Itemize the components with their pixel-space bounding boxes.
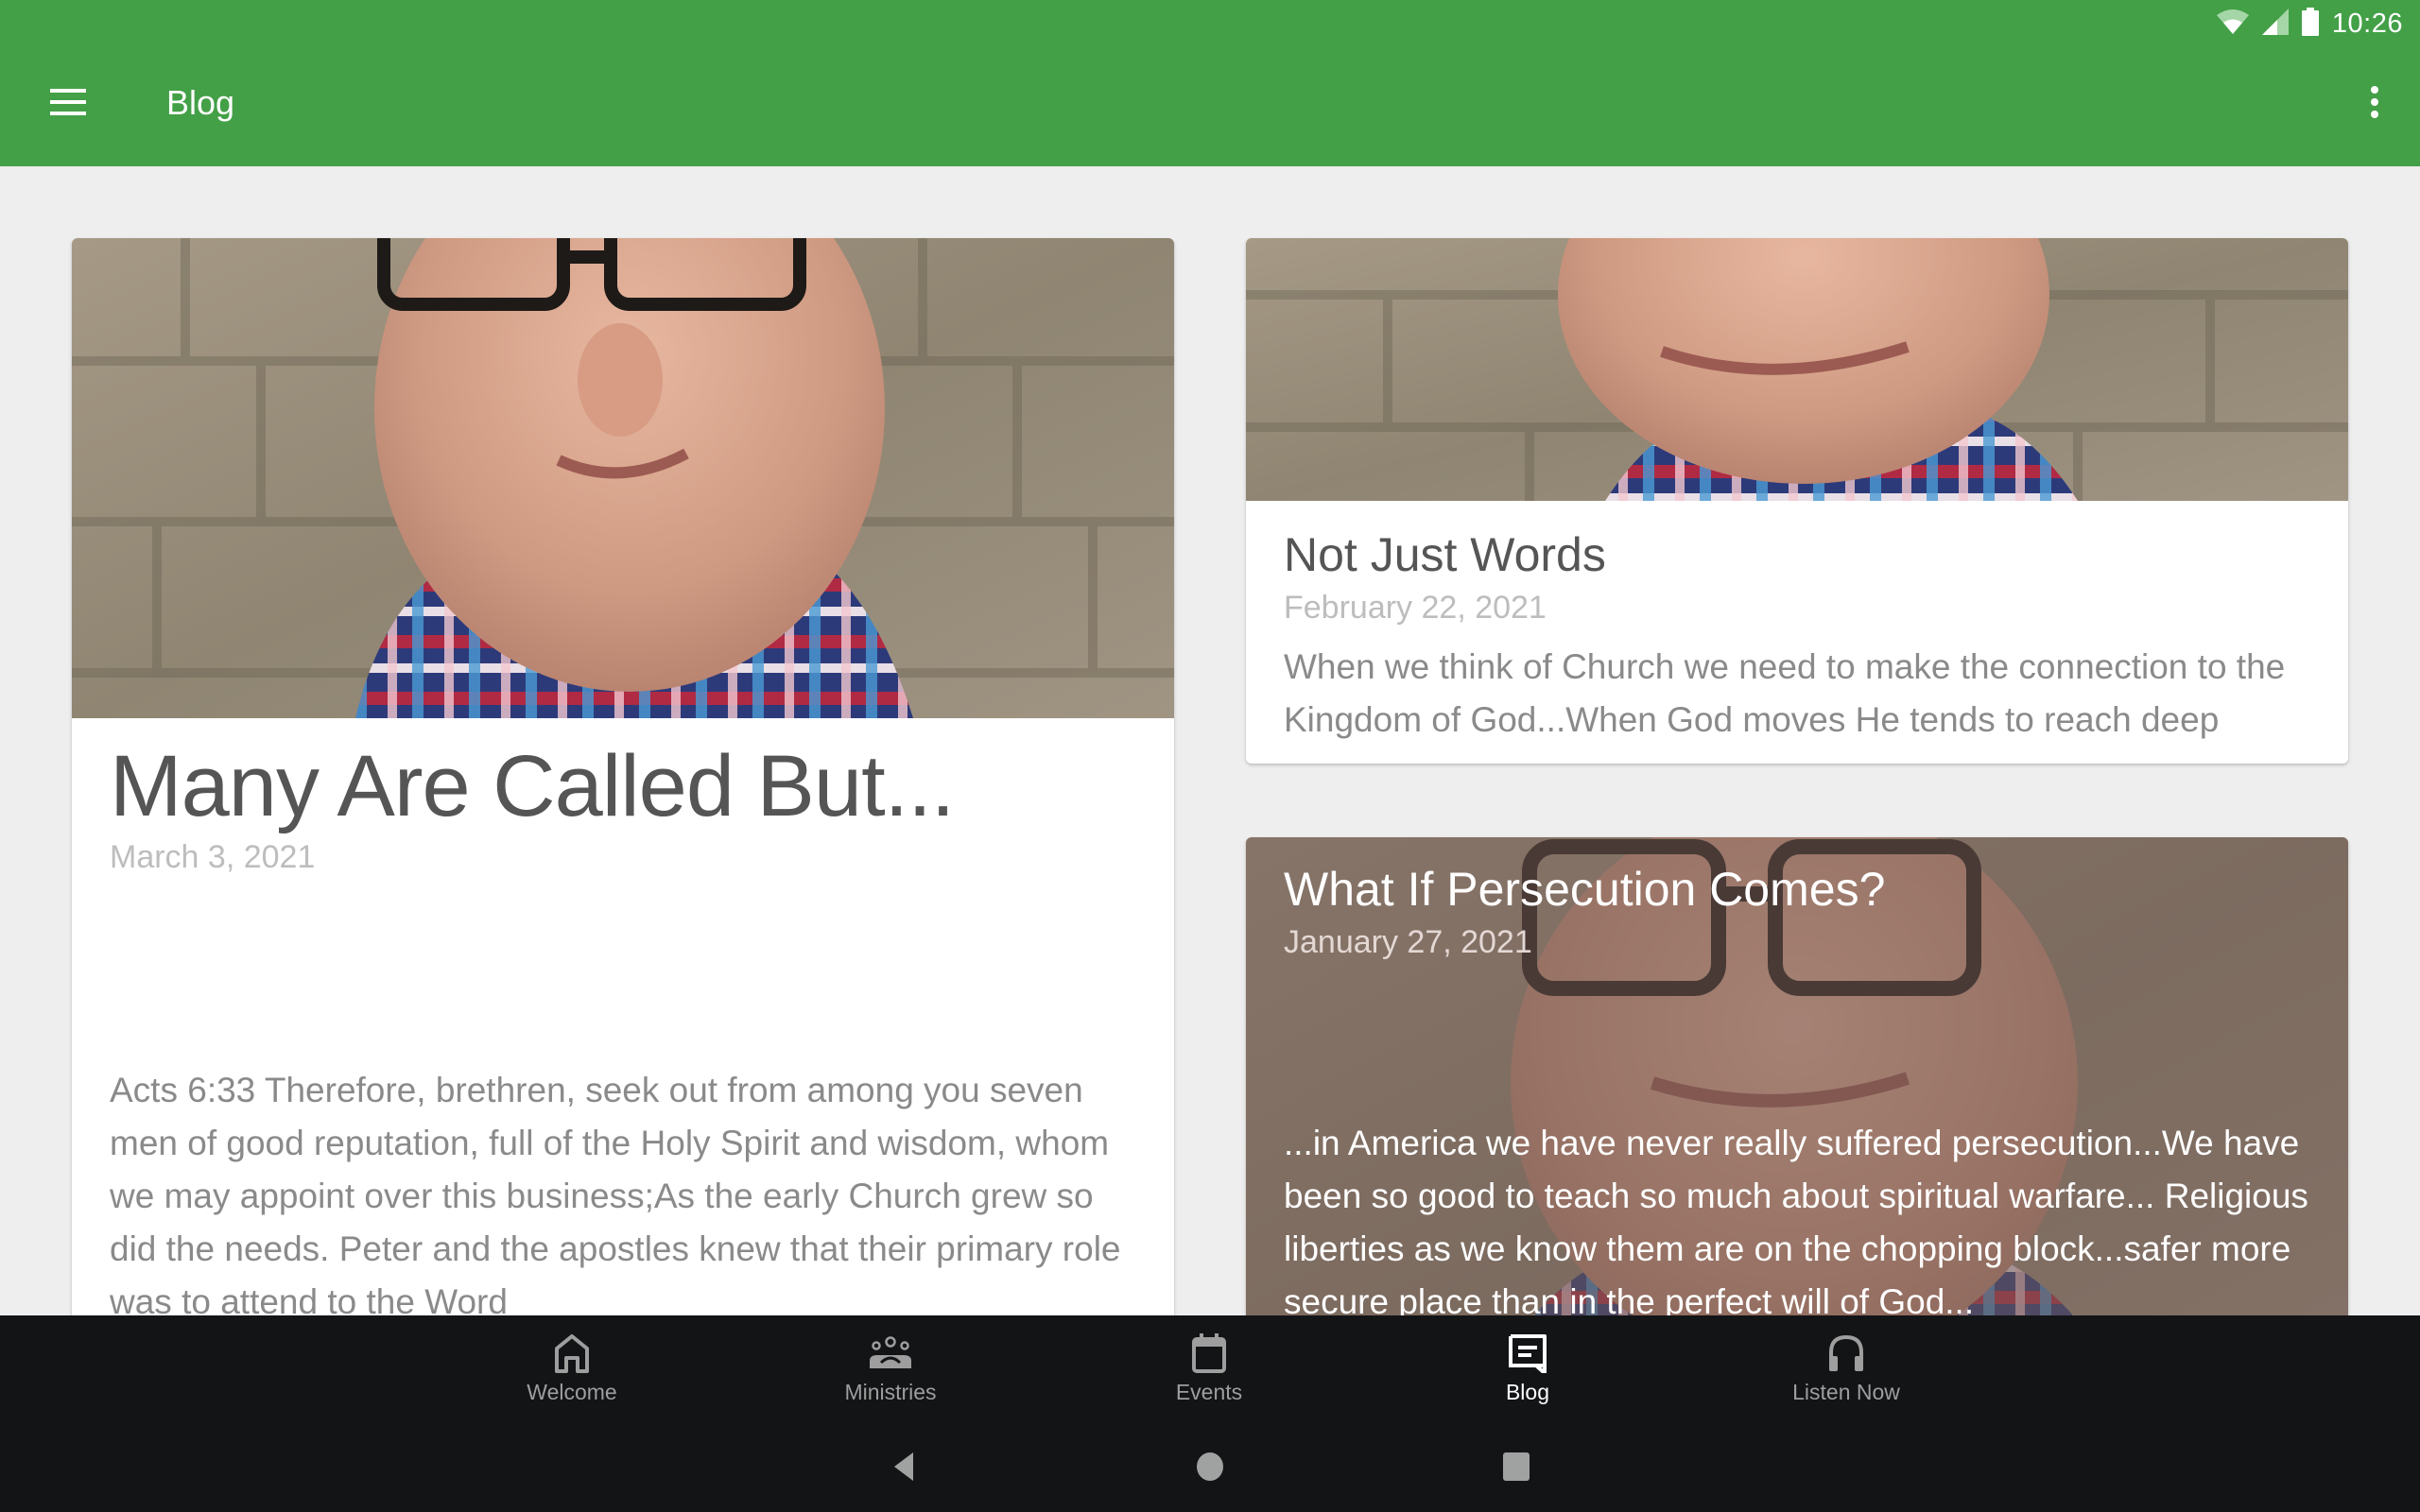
blog-post-card[interactable]: Many Are Called But... March 3, 2021 Act… xyxy=(72,238,1174,1372)
status-bar: 10:26 xyxy=(0,0,2420,47)
recents-button[interactable] xyxy=(1495,1448,1537,1489)
headphones-icon xyxy=(1824,1331,1869,1376)
post-excerpt: When we think of Church we need to make … xyxy=(1284,647,2286,739)
nav-item-listen-now[interactable]: Listen Now xyxy=(1723,1315,1969,1421)
home-circle-icon xyxy=(1196,1452,1224,1486)
home-button[interactable] xyxy=(1189,1448,1231,1489)
nav-label: Welcome xyxy=(527,1380,617,1404)
post-title: What If Persecution Comes? xyxy=(1284,863,1886,916)
status-time: 10:26 xyxy=(2331,8,2403,39)
nav-label: Ministries xyxy=(844,1380,937,1404)
status-icons: 10:26 xyxy=(2216,6,2403,42)
more-vert-icon xyxy=(2370,85,2379,123)
nav-item-ministries[interactable]: Ministries xyxy=(768,1315,1013,1421)
home-icon xyxy=(549,1331,595,1376)
blog-chat-icon xyxy=(1505,1331,1550,1376)
menu-button[interactable] xyxy=(38,74,98,134)
blog-post-card[interactable]: Not Just Words February 22, 2021 When we… xyxy=(1246,238,2348,764)
system-navigation-bar xyxy=(0,1421,2420,1512)
groups-icon xyxy=(868,1331,913,1376)
nav-item-welcome[interactable]: Welcome xyxy=(449,1315,695,1421)
cell-signal-icon xyxy=(2261,8,2289,40)
calendar-icon xyxy=(1186,1331,1232,1376)
overflow-menu-button[interactable] xyxy=(2344,74,2405,134)
post-image xyxy=(1246,238,2348,501)
nav-label: Listen Now xyxy=(1792,1380,1900,1404)
page-title: Blog xyxy=(166,83,235,122)
post-title: Many Are Called But... xyxy=(110,738,955,834)
post-date: January 27, 2021 xyxy=(1284,924,1532,960)
bottom-navigation: Welcome Ministries Events Blog Listen No… xyxy=(0,1315,2420,1421)
nav-item-blog[interactable]: Blog xyxy=(1405,1315,1651,1421)
recents-icon xyxy=(1502,1452,1530,1486)
back-icon xyxy=(892,1451,915,1487)
post-excerpt: ...in America we have never really suffe… xyxy=(1284,1124,2308,1321)
nav-label: Events xyxy=(1175,1380,1243,1404)
nav-label: Blog xyxy=(1505,1380,1550,1404)
battery-icon xyxy=(2301,7,2319,41)
hamburger-menu-icon xyxy=(50,88,86,120)
nav-item-events[interactable]: Events xyxy=(1086,1315,1332,1421)
post-title: Not Just Words xyxy=(1284,528,1606,581)
wifi-icon xyxy=(2216,9,2249,39)
post-excerpt: Acts 6:33 Therefore, brethren, seek out … xyxy=(110,1071,1121,1321)
back-button[interactable] xyxy=(883,1448,925,1489)
post-date: February 22, 2021 xyxy=(1284,590,1547,626)
app-bar: Blog xyxy=(0,47,2420,166)
post-image xyxy=(72,238,1174,718)
post-date: March 3, 2021 xyxy=(110,839,316,875)
